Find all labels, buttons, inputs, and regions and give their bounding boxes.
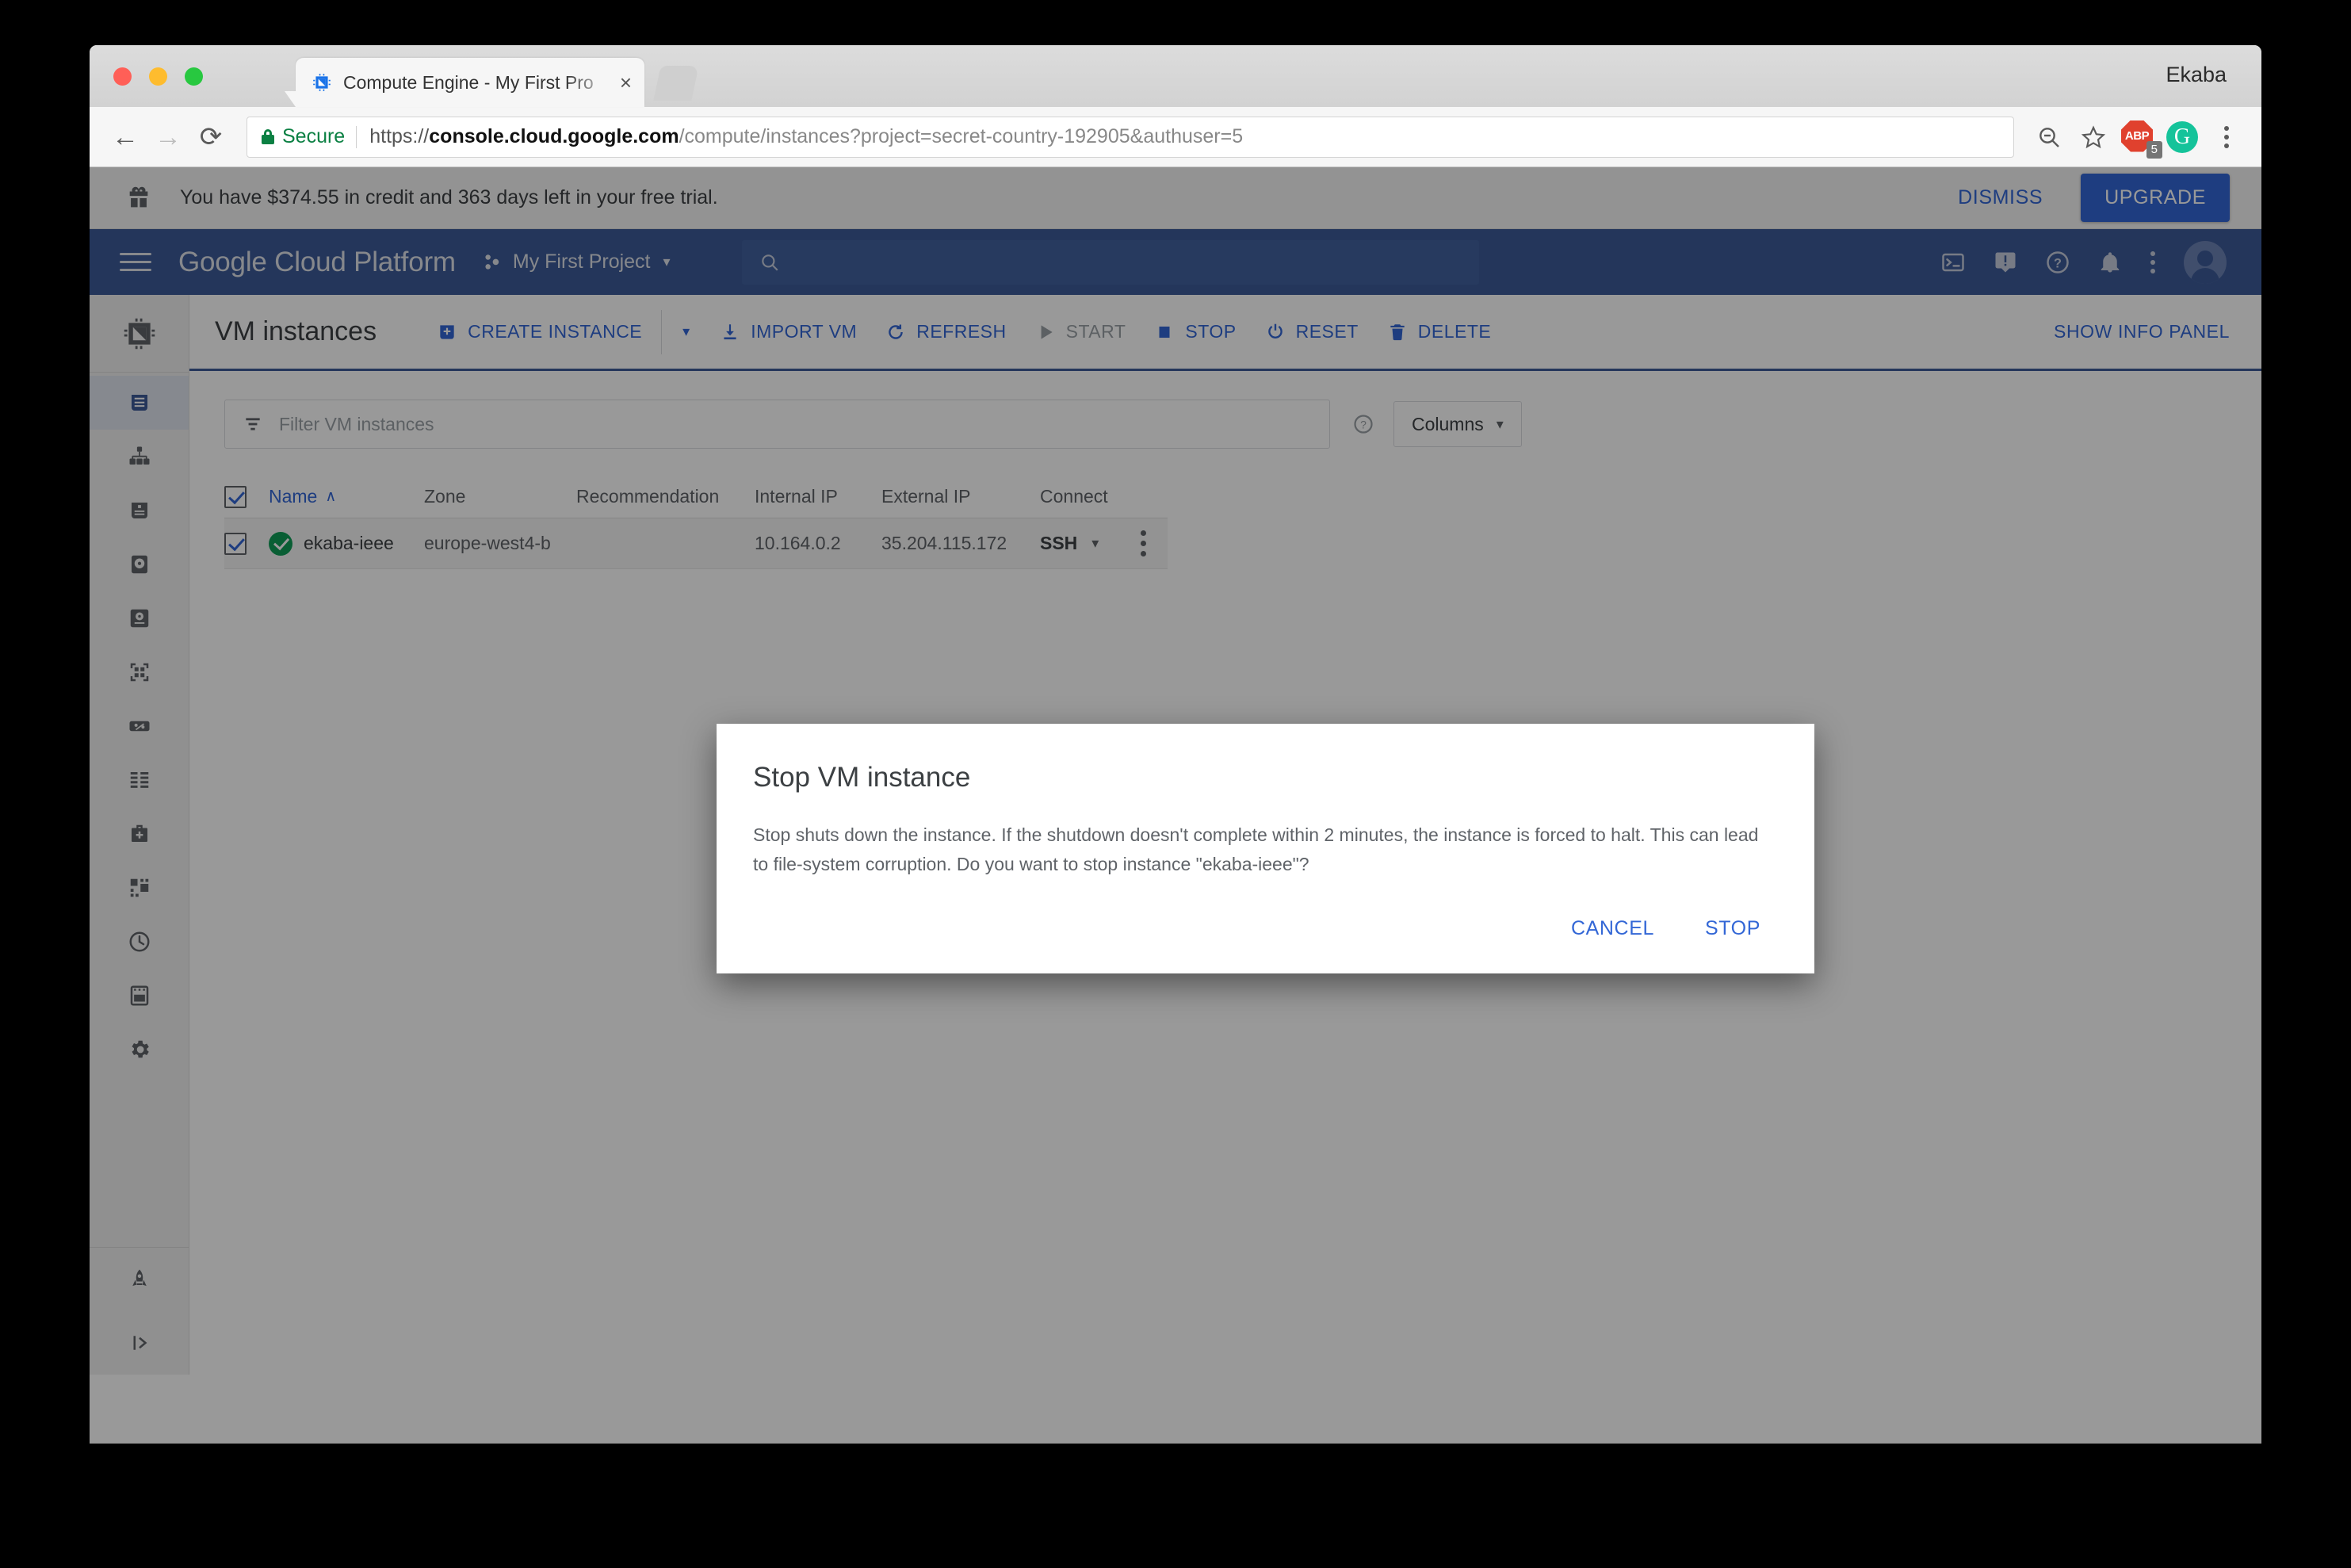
new-tab-button[interactable] bbox=[653, 66, 699, 101]
lock-icon bbox=[262, 129, 274, 144]
more-vert-glyph bbox=[2224, 125, 2229, 148]
adblock-badge-count: 5 bbox=[2146, 141, 2162, 159]
confirm-stop-button[interactable]: STOP bbox=[1688, 904, 1778, 953]
cancel-button[interactable]: CANCEL bbox=[1554, 904, 1672, 953]
forward-button[interactable]: → bbox=[147, 116, 189, 159]
tab-strip: Compute Engine - My First Pro × Ekaba bbox=[90, 45, 2261, 107]
address-bar[interactable]: Secure https://console.cloud.google.com/… bbox=[247, 116, 2014, 158]
url-path: /compute/instances?project=secret-countr… bbox=[679, 125, 1244, 147]
back-button[interactable]: ← bbox=[104, 116, 147, 159]
zoom-out-icon[interactable] bbox=[2028, 117, 2070, 158]
omnibox-divider bbox=[356, 125, 357, 148]
url-host: console.cloud.google.com bbox=[429, 125, 679, 147]
bookmark-star-icon[interactable] bbox=[2073, 117, 2114, 158]
cpu-chip-favicon bbox=[312, 72, 332, 93]
maximize-window-button[interactable] bbox=[185, 67, 203, 86]
browser-window: Compute Engine - My First Pro × Ekaba ← … bbox=[90, 45, 2261, 1444]
secure-label: Secure bbox=[282, 125, 346, 147]
dialog-title: Stop VM instance bbox=[753, 762, 971, 793]
grammarly-glyph: G bbox=[2166, 120, 2198, 153]
adblock-plus-extension-icon[interactable]: ABP 5 bbox=[2117, 117, 2162, 159]
close-tab-button[interactable]: × bbox=[615, 72, 636, 93]
reload-button[interactable]: ⟳ bbox=[189, 116, 232, 159]
tab-title: Compute Engine - My First Pro bbox=[343, 71, 594, 93]
minimize-window-button[interactable] bbox=[149, 67, 167, 86]
browser-tab[interactable]: Compute Engine - My First Pro × bbox=[285, 58, 644, 107]
dialog-actions: CANCEL STOP bbox=[753, 904, 1778, 973]
chrome-menu-icon[interactable] bbox=[2206, 117, 2247, 158]
url-text: https://console.cloud.google.com/compute… bbox=[369, 125, 1243, 148]
stop-vm-instance-dialog: Stop VM instance Stop shuts down the ins… bbox=[717, 724, 1814, 973]
window-controls bbox=[113, 67, 203, 86]
url-scheme: https:// bbox=[369, 125, 430, 147]
close-window-button[interactable] bbox=[113, 67, 132, 86]
browser-toolbar: ← → ⟳ Secure https://console.cloud.googl… bbox=[90, 107, 2261, 167]
grammarly-extension-icon[interactable]: G bbox=[2162, 117, 2203, 158]
profile-name[interactable]: Ekaba bbox=[2166, 63, 2227, 87]
dialog-body-text: Stop shuts down the instance. If the shu… bbox=[753, 824, 1759, 875]
